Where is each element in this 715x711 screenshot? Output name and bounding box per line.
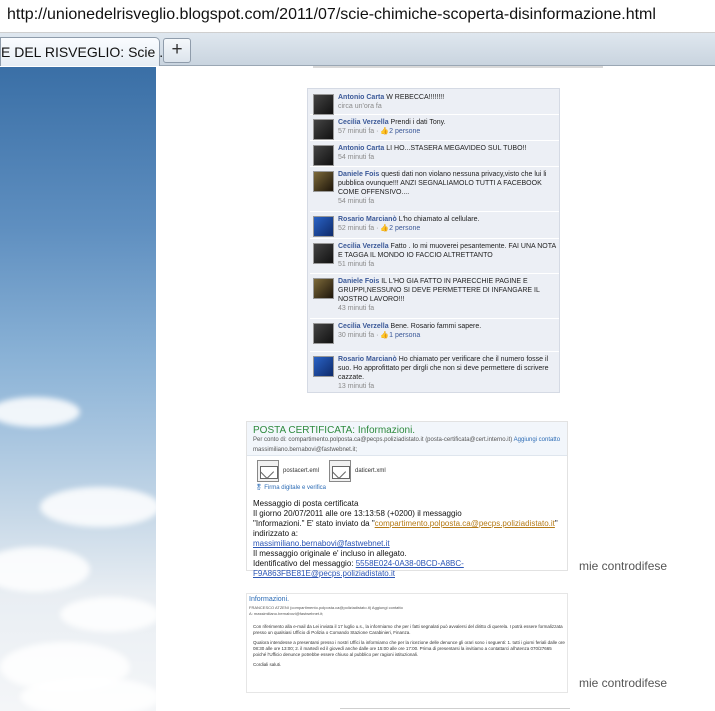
fb-comment: Rosario Marcianò L'ho chiamato al cellul… — [310, 213, 559, 239]
fb-comment: Daniele Fois IL L'HO GIA FATTO IN PARECC… — [310, 275, 559, 319]
info-body: Con riferimento alla e-mail da Lei invia… — [253, 624, 565, 672]
comment-author: Cecilia Verzella — [338, 323, 389, 330]
comment-text: L'ho chiamato al cellulare. — [398, 216, 480, 223]
comment-time: 54 minuti fa — [338, 198, 375, 205]
comment-author: Cecilia Verzella — [338, 119, 389, 126]
pec-line: "Informazioni." E' stato inviato da "com… — [253, 519, 558, 528]
fb-comment: Antonio Carta W REBECCA!!!!!!!! circa un'… — [310, 91, 559, 115]
cloud — [40, 487, 156, 527]
address-bar[interactable]: http://unionedelrisveglio.blogspot.com/2… — [0, 0, 715, 33]
comment-time: 51 minuti fa — [338, 261, 375, 268]
avatar — [313, 119, 334, 140]
sky-background-image — [0, 67, 156, 711]
attachment-name: postacert.eml — [283, 468, 320, 474]
avatar — [313, 243, 334, 264]
document-icon — [329, 460, 351, 482]
like-count: 👍1 persona — [380, 332, 421, 339]
info-from: FRANCESCO ATZENI (compartimento.polposta… — [249, 605, 403, 610]
comment-time: 43 minuti fa — [338, 305, 375, 312]
comment-author: Cecilia Verzella — [338, 243, 389, 250]
avatar — [313, 278, 334, 299]
avatar — [313, 171, 334, 192]
signature-link: 🎖 Firma digitale e verifica — [255, 485, 326, 491]
pec-to: massimiliano.bernabovi@fastwebnet.it; — [253, 447, 358, 453]
side-label: mie controdifese — [579, 676, 668, 690]
bottom-divider — [340, 708, 570, 709]
browser-tab[interactable]: E DEL RISVEGLIO: Scie ... — [0, 37, 171, 66]
info-paragraph: Qualora intendesse a presentarsi presso … — [253, 640, 565, 657]
avatar — [313, 356, 334, 377]
comment-time: 54 minuti fa — [338, 154, 375, 161]
pec-line: Il giorno 20/07/2011 alle ore 13:13:58 (… — [253, 509, 462, 518]
pec-from: Per conto di: compartimento.polposta.ca@… — [253, 437, 561, 443]
avatar — [313, 145, 334, 166]
fb-comment: Daniele Fois questi dati non violano nes… — [310, 168, 559, 212]
comment-text: W REBECCA!!!!!!!! — [386, 94, 445, 101]
comment-time: circa un'ora fa — [338, 103, 382, 110]
police-reply-screenshot: Informazioni. FRANCESCO ATZENI (comparti… — [246, 593, 568, 693]
fb-comment: Cecilia Verzella Bene. Rosario fammi sap… — [310, 320, 559, 352]
add-contact-link: Aggiungi contatto — [513, 437, 561, 443]
avatar — [313, 216, 334, 237]
fb-comment: Cecilia Verzella Fatto . Io mi muoverei … — [310, 240, 559, 274]
comment-author: Antonio Carta — [338, 145, 385, 152]
envelope-icon — [257, 460, 279, 482]
cloud — [0, 397, 80, 427]
cloud — [60, 597, 156, 632]
cloud — [0, 547, 90, 592]
avatar — [313, 323, 334, 344]
tab-title: E DEL RISVEGLIO: Scie ... — [1, 44, 171, 60]
attachment-daticert: daticert.xml — [329, 460, 389, 482]
comment-time: 57 minuti fa · — [338, 128, 381, 135]
fb-comment: Cecilia Verzella Prendi i dati Tony. 57 m… — [310, 116, 559, 141]
new-tab-button[interactable]: + — [163, 38, 191, 63]
pec-line: indirizzato a: — [253, 529, 298, 538]
facebook-comments-screenshot: Antonio Carta W REBECCA!!!!!!!! circa un'… — [307, 88, 560, 393]
fb-comment: Rosario Marcianò Ho chiamato per verific… — [310, 353, 559, 391]
pec-line: Identificativo del messaggio: 5558E024-0… — [253, 559, 464, 578]
top-divider — [313, 66, 603, 68]
fb-comment: Antonio Carta LI HO...STASERA MEGAVIDEO … — [310, 142, 559, 167]
attachment-postacert: postacert.eml — [257, 460, 320, 482]
attachment-name: daticert.xml — [355, 468, 386, 474]
comment-text: LI HO...STASERA MEGAVIDEO SUL TUBO!! — [386, 145, 527, 152]
comment-time: 52 minuti fa · — [338, 225, 381, 232]
like-count: 👍2 persone — [380, 225, 421, 232]
comment-text: Prendi i dati Tony. — [390, 119, 446, 126]
like-count: 👍2 persone — [380, 128, 421, 135]
comment-text: Bene. Rosario fammi sapere. — [390, 323, 482, 330]
info-paragraph: Cordiali saluti. — [253, 662, 282, 667]
pec-line: Il messaggio originale e' incluso in all… — [253, 549, 407, 558]
certified-mail-screenshot: POSTA CERTIFICATA: Informazioni. Per con… — [246, 421, 568, 578]
url-text[interactable]: http://unionedelrisveglio.blogspot.com/2… — [7, 6, 656, 24]
info-to: A: massimiliano.bernabovi@fastwebnet.it; — [249, 611, 324, 616]
side-label: mie controdifese — [579, 559, 668, 573]
info-title: Informazioni. — [249, 596, 290, 603]
comment-author: Antonio Carta — [338, 94, 385, 101]
pec-header: POSTA CERTIFICATA: Informazioni. Per con… — [247, 422, 567, 456]
comment-author: Rosario Marcianò — [338, 356, 397, 363]
info-paragraph: Con riferimento alla e-mail da Lei invia… — [253, 624, 563, 635]
pec-body: Messaggio di posta certificata Il giorno… — [253, 499, 565, 579]
avatar — [313, 94, 334, 115]
comment-time: 13 minuti fa — [338, 383, 375, 390]
pec-line: massimiliano.bernabovi@fastwebnet.it — [253, 539, 390, 548]
comment-author: Daniele Fois — [338, 171, 380, 178]
comment-author: Daniele Fois — [338, 278, 380, 285]
comment-time: 30 minuti fa · — [338, 332, 381, 339]
pec-title: POSTA CERTIFICATA: Informazioni. — [253, 425, 416, 436]
cloud — [20, 677, 156, 711]
tab-strip: E DEL RISVEGLIO: Scie ... — [0, 33, 715, 66]
pec-line: Messaggio di posta certificata — [253, 499, 359, 508]
comment-author: Rosario Marcianò — [338, 216, 397, 223]
